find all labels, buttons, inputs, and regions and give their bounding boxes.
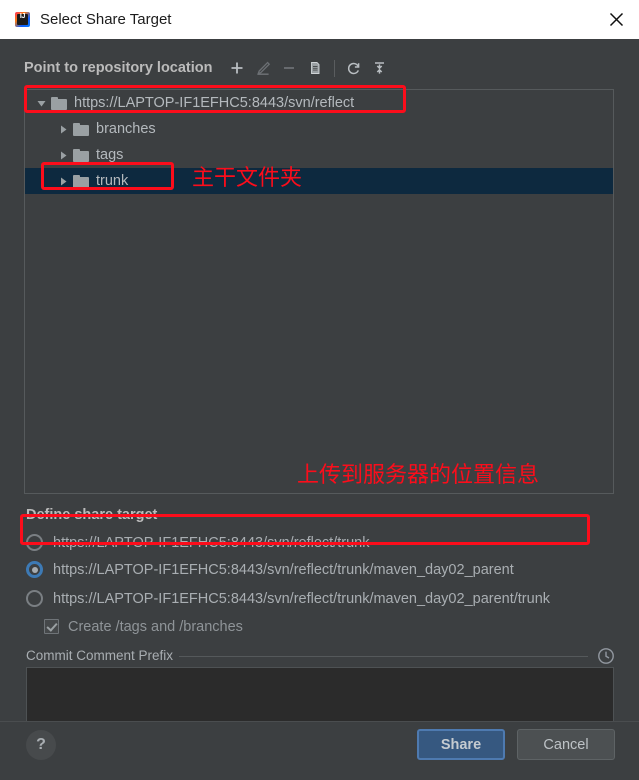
define-share-target-label: Define share target: [26, 507, 158, 523]
help-button[interactable]: ?: [26, 730, 56, 760]
tree-node-label: tags: [96, 147, 124, 163]
radio-button[interactable]: [26, 590, 43, 607]
share-target-option-trunk[interactable]: https://LAPTOP-IF1EFHC5:8443/svn/reflect…: [26, 530, 369, 555]
chevron-right-icon[interactable]: [53, 150, 73, 161]
window-titlebar: IJ Select Share Target: [0, 0, 639, 39]
window-title: Select Share Target: [40, 11, 172, 28]
remove-repository-button[interactable]: [276, 55, 302, 81]
radio-button[interactable]: [26, 534, 43, 551]
repository-tree[interactable]: https://LAPTOP-IF1EFHC5:8443/svn/reflect…: [24, 89, 614, 494]
collapse-all-icon[interactable]: [367, 55, 393, 81]
tree-row[interactable]: trunk: [25, 168, 613, 194]
add-repository-button[interactable]: [224, 55, 250, 81]
tree-node-label: branches: [96, 121, 156, 137]
folder-icon: [73, 148, 89, 162]
edit-repository-button[interactable]: [250, 55, 276, 81]
commit-comment-prefix-label: Commit Comment Prefix: [26, 648, 180, 663]
clock-icon[interactable]: [597, 647, 615, 665]
share-target-option-label: https://LAPTOP-IF1EFHC5:8443/svn/reflect…: [53, 534, 370, 551]
chevron-right-icon[interactable]: [53, 124, 73, 135]
chevron-right-icon[interactable]: [53, 176, 73, 187]
checkbox[interactable]: [44, 619, 59, 634]
chevron-down-icon[interactable]: [31, 98, 51, 109]
toolbar-divider: [333, 59, 335, 77]
repository-location-label: Point to repository location: [24, 60, 213, 76]
share-target-option-parent-trunk[interactable]: https://LAPTOP-IF1EFHC5:8443/svn/reflect…: [26, 586, 550, 611]
radio-button-selected[interactable]: [26, 561, 43, 578]
folder-icon: [51, 96, 67, 110]
dialog-body: Point to repository location https://LAP…: [0, 39, 639, 743]
cancel-button[interactable]: Cancel: [517, 729, 615, 760]
intellij-idea-icon: IJ: [14, 11, 31, 28]
tree-row[interactable]: https://LAPTOP-IF1EFHC5:8443/svn/reflect: [25, 90, 613, 116]
share-target-option-label: https://LAPTOP-IF1EFHC5:8443/svn/reflect…: [53, 590, 551, 607]
close-icon[interactable]: [593, 0, 639, 39]
tree-node-label: https://LAPTOP-IF1EFHC5:8443/svn/reflect: [74, 95, 355, 111]
share-button[interactable]: Share: [417, 729, 505, 760]
folder-icon: [73, 122, 89, 136]
document-copy-icon[interactable]: [302, 55, 328, 81]
tree-row[interactable]: branches: [25, 116, 613, 142]
refresh-icon[interactable]: [341, 55, 367, 81]
repository-toolbar: Point to repository location: [24, 55, 393, 81]
share-target-option-parent[interactable]: https://LAPTOP-IF1EFHC5:8443/svn/reflect…: [26, 557, 514, 582]
create-tags-branches-checkbox-row[interactable]: Create /tags and /branches: [44, 614, 243, 639]
folder-icon: [73, 174, 89, 188]
share-target-option-label: https://LAPTOP-IF1EFHC5:8443/svn/reflect…: [53, 561, 514, 578]
tree-node-label: trunk: [96, 173, 129, 189]
tree-row[interactable]: tags: [25, 142, 613, 168]
checkbox-label: Create /tags and /branches: [68, 618, 243, 635]
